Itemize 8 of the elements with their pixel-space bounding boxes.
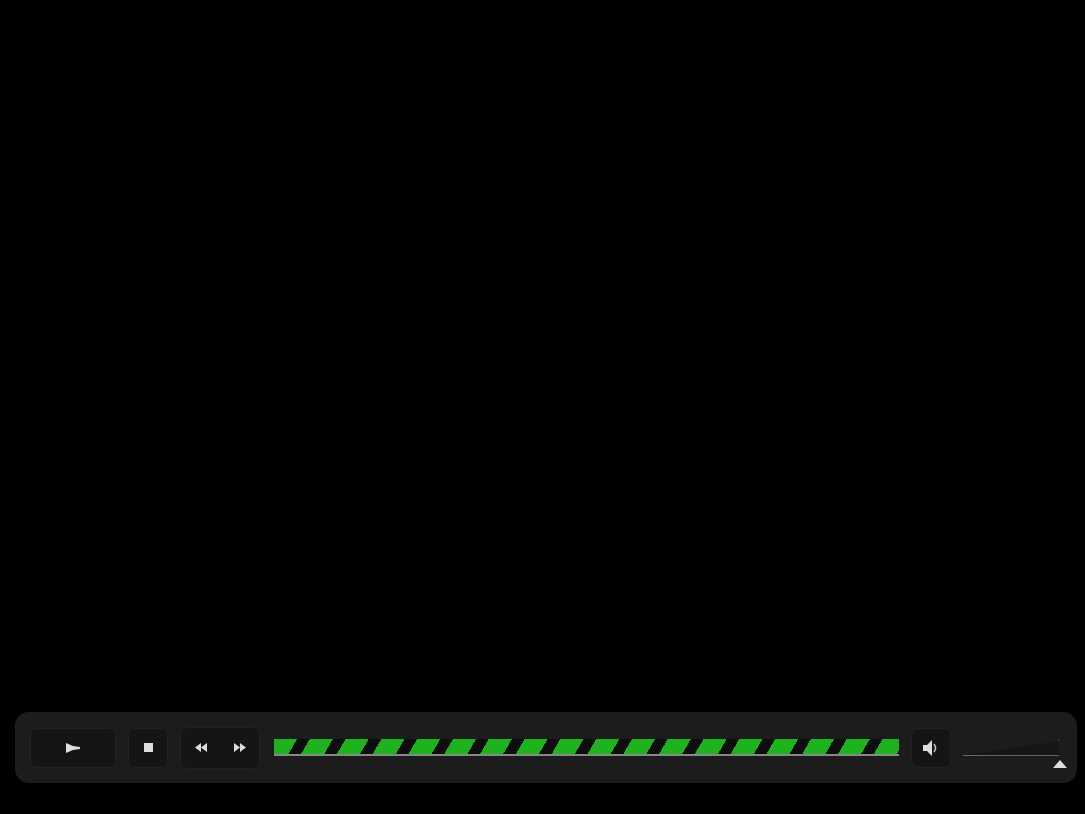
volume-button[interactable]: [911, 727, 951, 768]
stop-button[interactable]: [128, 727, 168, 768]
fast-forward-icon: [233, 743, 246, 752]
rewind-icon: [194, 743, 207, 752]
play-button[interactable]: [30, 727, 116, 768]
play-icon: [66, 742, 80, 753]
volume-thumb[interactable]: [1053, 759, 1067, 768]
stop-icon: [143, 743, 153, 752]
